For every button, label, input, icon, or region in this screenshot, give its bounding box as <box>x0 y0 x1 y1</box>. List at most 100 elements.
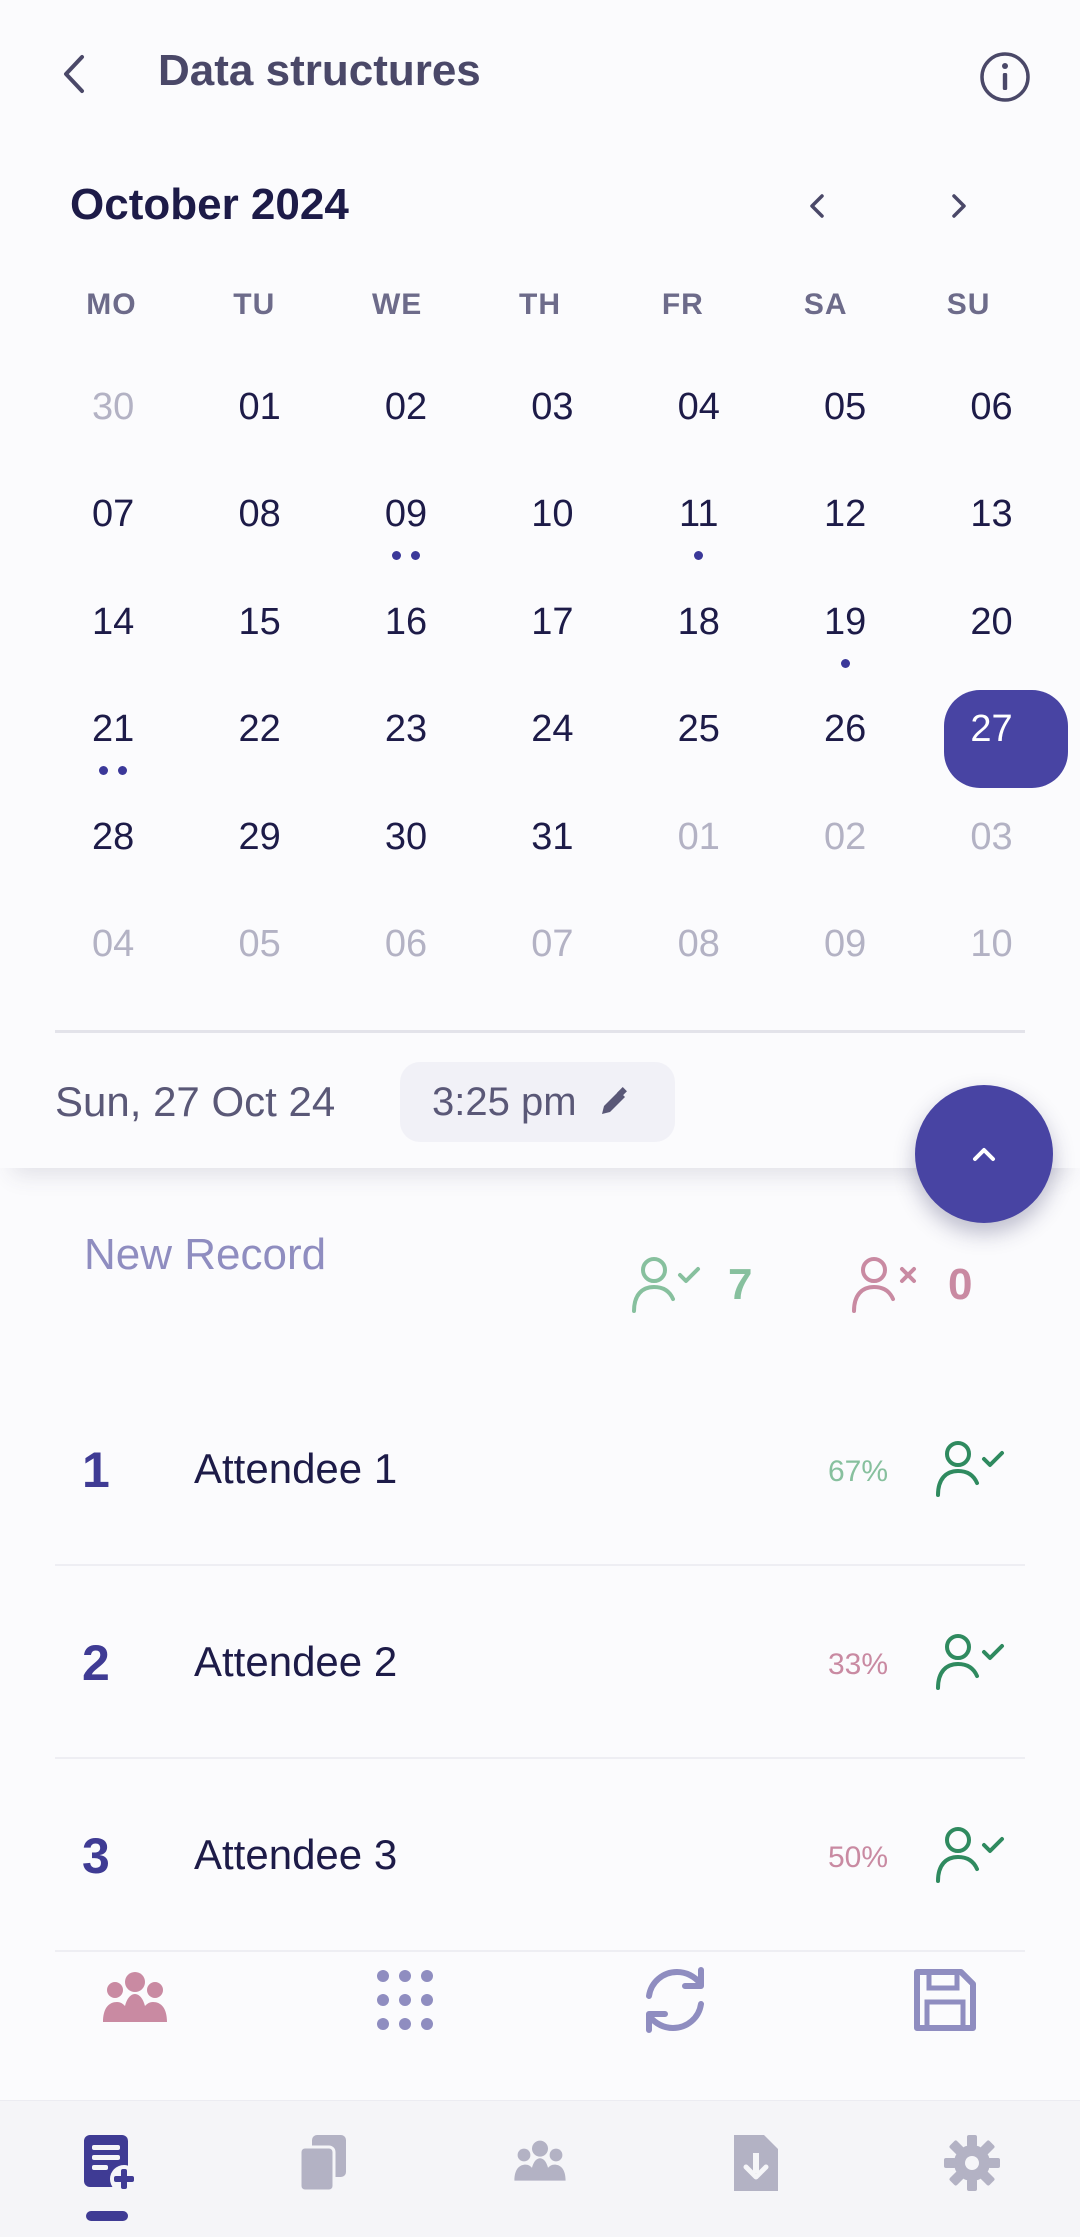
tab-groups[interactable] <box>508 2131 572 2195</box>
day-number: 27 <box>970 708 1013 751</box>
calendar-day[interactable]: 21 <box>40 690 186 790</box>
time-chip[interactable]: 3:25 pm <box>400 1062 675 1142</box>
calendar-day[interactable]: 03 <box>479 368 625 468</box>
absent-count-group[interactable]: 0 <box>850 1253 972 1317</box>
day-number: 06 <box>970 386 1013 428</box>
calendar-day[interactable]: 07 <box>479 905 625 1005</box>
chevron-left-icon <box>64 55 84 93</box>
calendar-day[interactable]: 24 <box>479 690 625 790</box>
calendar-day[interactable]: 04 <box>40 905 186 1005</box>
attendee-index: 2 <box>82 1635 110 1691</box>
collapse-calendar-button[interactable] <box>915 1085 1053 1223</box>
next-month-button[interactable] <box>940 184 976 228</box>
weekday-header: MO TU WE TH FR SA SU <box>40 288 1040 328</box>
day-number: 18 <box>677 600 720 643</box>
day-number: 01 <box>677 815 720 858</box>
back-button[interactable] <box>50 45 100 103</box>
weekday-label: MO <box>86 288 137 321</box>
calendar-day[interactable]: 05 <box>772 368 918 468</box>
mark-present-button[interactable] <box>930 1437 1010 1501</box>
event-dots <box>626 551 772 561</box>
calendar-day[interactable]: 08 <box>626 905 772 1005</box>
calendar-day[interactable]: 07 <box>40 475 186 575</box>
calendar-day[interactable]: 09 <box>772 905 918 1005</box>
calendar-day[interactable]: 19 <box>772 583 918 683</box>
attendee-index: 1 <box>82 1442 110 1498</box>
user-check-icon <box>632 1257 700 1313</box>
calendar-week-row: 07 08 09 10 11 12 13 <box>40 475 1070 582</box>
previous-month-button[interactable] <box>800 184 836 228</box>
calendar-day[interactable]: 06 <box>333 905 479 1005</box>
calendar-day[interactable]: 15 <box>186 583 332 683</box>
save-action-button[interactable] <box>905 1960 985 2040</box>
calendar-day[interactable]: 10 <box>918 905 1064 1005</box>
calendar-day[interactable]: 01 <box>186 368 332 468</box>
present-count-group[interactable]: 7 <box>630 1253 752 1317</box>
calendar-day[interactable]: 02 <box>772 798 918 898</box>
calendar-day[interactable]: 17 <box>479 583 625 683</box>
day-number: 08 <box>238 493 281 536</box>
day-number: 29 <box>238 815 281 858</box>
calendar-day[interactable]: 01 <box>626 798 772 898</box>
attendee-row[interactable]: 3 Attendee 3 50% <box>0 1759 1080 1952</box>
calendar-day[interactable]: 08 <box>186 475 332 575</box>
calendar-day[interactable]: 31 <box>479 798 625 898</box>
calendar-day[interactable]: 02 <box>333 368 479 468</box>
day-number: 04 <box>677 386 720 428</box>
calendar-day[interactable]: 06 <box>918 368 1064 468</box>
calendar-day-selected[interactable]: 27 <box>918 690 1069 790</box>
calendar-day[interactable]: 05 <box>186 905 332 1005</box>
calendar-day[interactable]: 20 <box>918 583 1064 683</box>
calendar-day[interactable]: 22 <box>186 690 332 790</box>
refresh-action-button[interactable] <box>635 1960 715 2040</box>
calendar-week-row: 30 01 02 03 04 05 06 <box>40 368 1070 475</box>
chevron-left-icon <box>810 194 824 218</box>
calendar-day[interactable]: 10 <box>479 475 625 575</box>
calendar-day[interactable]: 18 <box>626 583 772 683</box>
attendee-row[interactable]: 2 Attendee 2 33% <box>0 1566 1080 1759</box>
tab-new-record[interactable] <box>76 2131 140 2195</box>
day-number: 12 <box>824 493 867 536</box>
weekday-label: WE <box>371 288 423 321</box>
event-dots <box>40 766 186 776</box>
calendar-day[interactable]: 04 <box>626 368 772 468</box>
attendee-name: Attendee 1 <box>194 1445 398 1492</box>
calendar-day[interactable]: 23 <box>333 690 479 790</box>
calendar-day[interactable]: 12 <box>772 475 918 575</box>
tab-records[interactable] <box>292 2131 356 2195</box>
tab-settings[interactable] <box>940 2131 1004 2195</box>
calendar-day[interactable]: 03 <box>918 798 1064 898</box>
calendar-day[interactable]: 14 <box>40 583 186 683</box>
mark-present-button[interactable] <box>930 1630 1010 1694</box>
tab-export[interactable] <box>724 2131 788 2195</box>
attendee-row[interactable]: 1 Attendee 1 67% <box>0 1373 1080 1566</box>
calendar-day[interactable]: 11 <box>626 475 772 575</box>
mark-present-button[interactable] <box>930 1823 1010 1887</box>
day-number: 24 <box>531 708 574 751</box>
weekday-label: FR <box>661 288 704 321</box>
day-number: 08 <box>677 922 720 965</box>
divider <box>55 1030 1025 1033</box>
grid-action-button[interactable] <box>365 1960 445 2040</box>
top-app-bar: Data structures <box>0 0 1080 150</box>
calendar-day[interactable]: 26 <box>772 690 918 790</box>
day-number: 05 <box>238 922 281 965</box>
calendar-day[interactable]: 25 <box>626 690 772 790</box>
calendar-day[interactable]: 28 <box>40 798 186 898</box>
day-number: 30 <box>92 386 135 428</box>
calendar-day[interactable]: 29 <box>186 798 332 898</box>
day-number: 15 <box>238 600 281 643</box>
calendar-day[interactable]: 30 <box>40 368 186 468</box>
calendar-day[interactable]: 09 <box>333 475 479 575</box>
info-icon <box>980 52 1030 102</box>
attendee-index: 3 <box>82 1828 110 1884</box>
group-action-button[interactable] <box>95 1960 175 2040</box>
record-summary: New Record 7 0 <box>0 1228 1080 1338</box>
calendar-day[interactable]: 16 <box>333 583 479 683</box>
calendar-day[interactable]: 13 <box>918 475 1064 575</box>
event-dot <box>410 551 420 561</box>
info-button[interactable] <box>978 50 1032 104</box>
grid-dots-icon <box>377 1970 433 2030</box>
day-number: 31 <box>531 815 574 858</box>
calendar-day[interactable]: 30 <box>333 798 479 898</box>
